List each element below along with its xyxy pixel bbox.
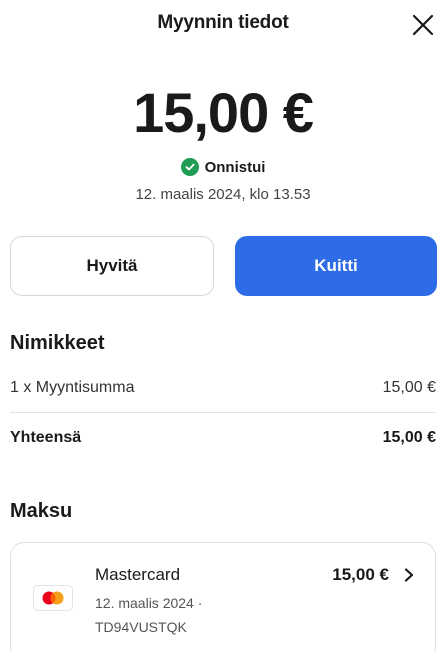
list-item: 1 x Myyntisumma 15,00 € [10,379,436,397]
payment-section-title: Maksu [10,500,73,522]
total-amount: 15,00 € [382,429,436,446]
total-label: Yhteensä [10,429,82,446]
payment-reference: TD94VUSTQK [95,619,187,635]
item-amount: 15,00 € [382,379,436,396]
sale-amount: 15,00 € [133,81,314,144]
items-section-title: Nimikkeet [10,332,105,354]
sale-timestamp: 12. maalis 2024, klo 13.53 [135,186,311,203]
card-brand: Mastercard [95,565,181,584]
refund-button[interactable]: Hyvitä [10,236,214,296]
divider [10,412,436,413]
page-title: Myynnin tiedot [157,12,289,33]
item-description: 1 x Myyntisumma [10,379,135,396]
payment-card[interactable]: Mastercard 12. maalis 2024 · TD94VUSTQK … [10,542,436,652]
payment-date: 12. maalis 2024 · [95,595,203,611]
mastercard-icon [33,585,73,611]
chevron-right-icon[interactable] [401,566,417,584]
status-row: Onnistui [0,158,446,176]
receipt-button[interactable]: Kuitti [235,236,437,296]
close-icon[interactable] [408,10,438,40]
close-button[interactable] [408,10,438,40]
total-row: Yhteensä 15,00 € [10,429,436,447]
payment-amount: 15,00 € [332,565,389,584]
status-text: Onnistui [204,158,266,176]
check-circle-icon [180,158,199,176]
header: Myynnin tiedot [0,0,446,52]
